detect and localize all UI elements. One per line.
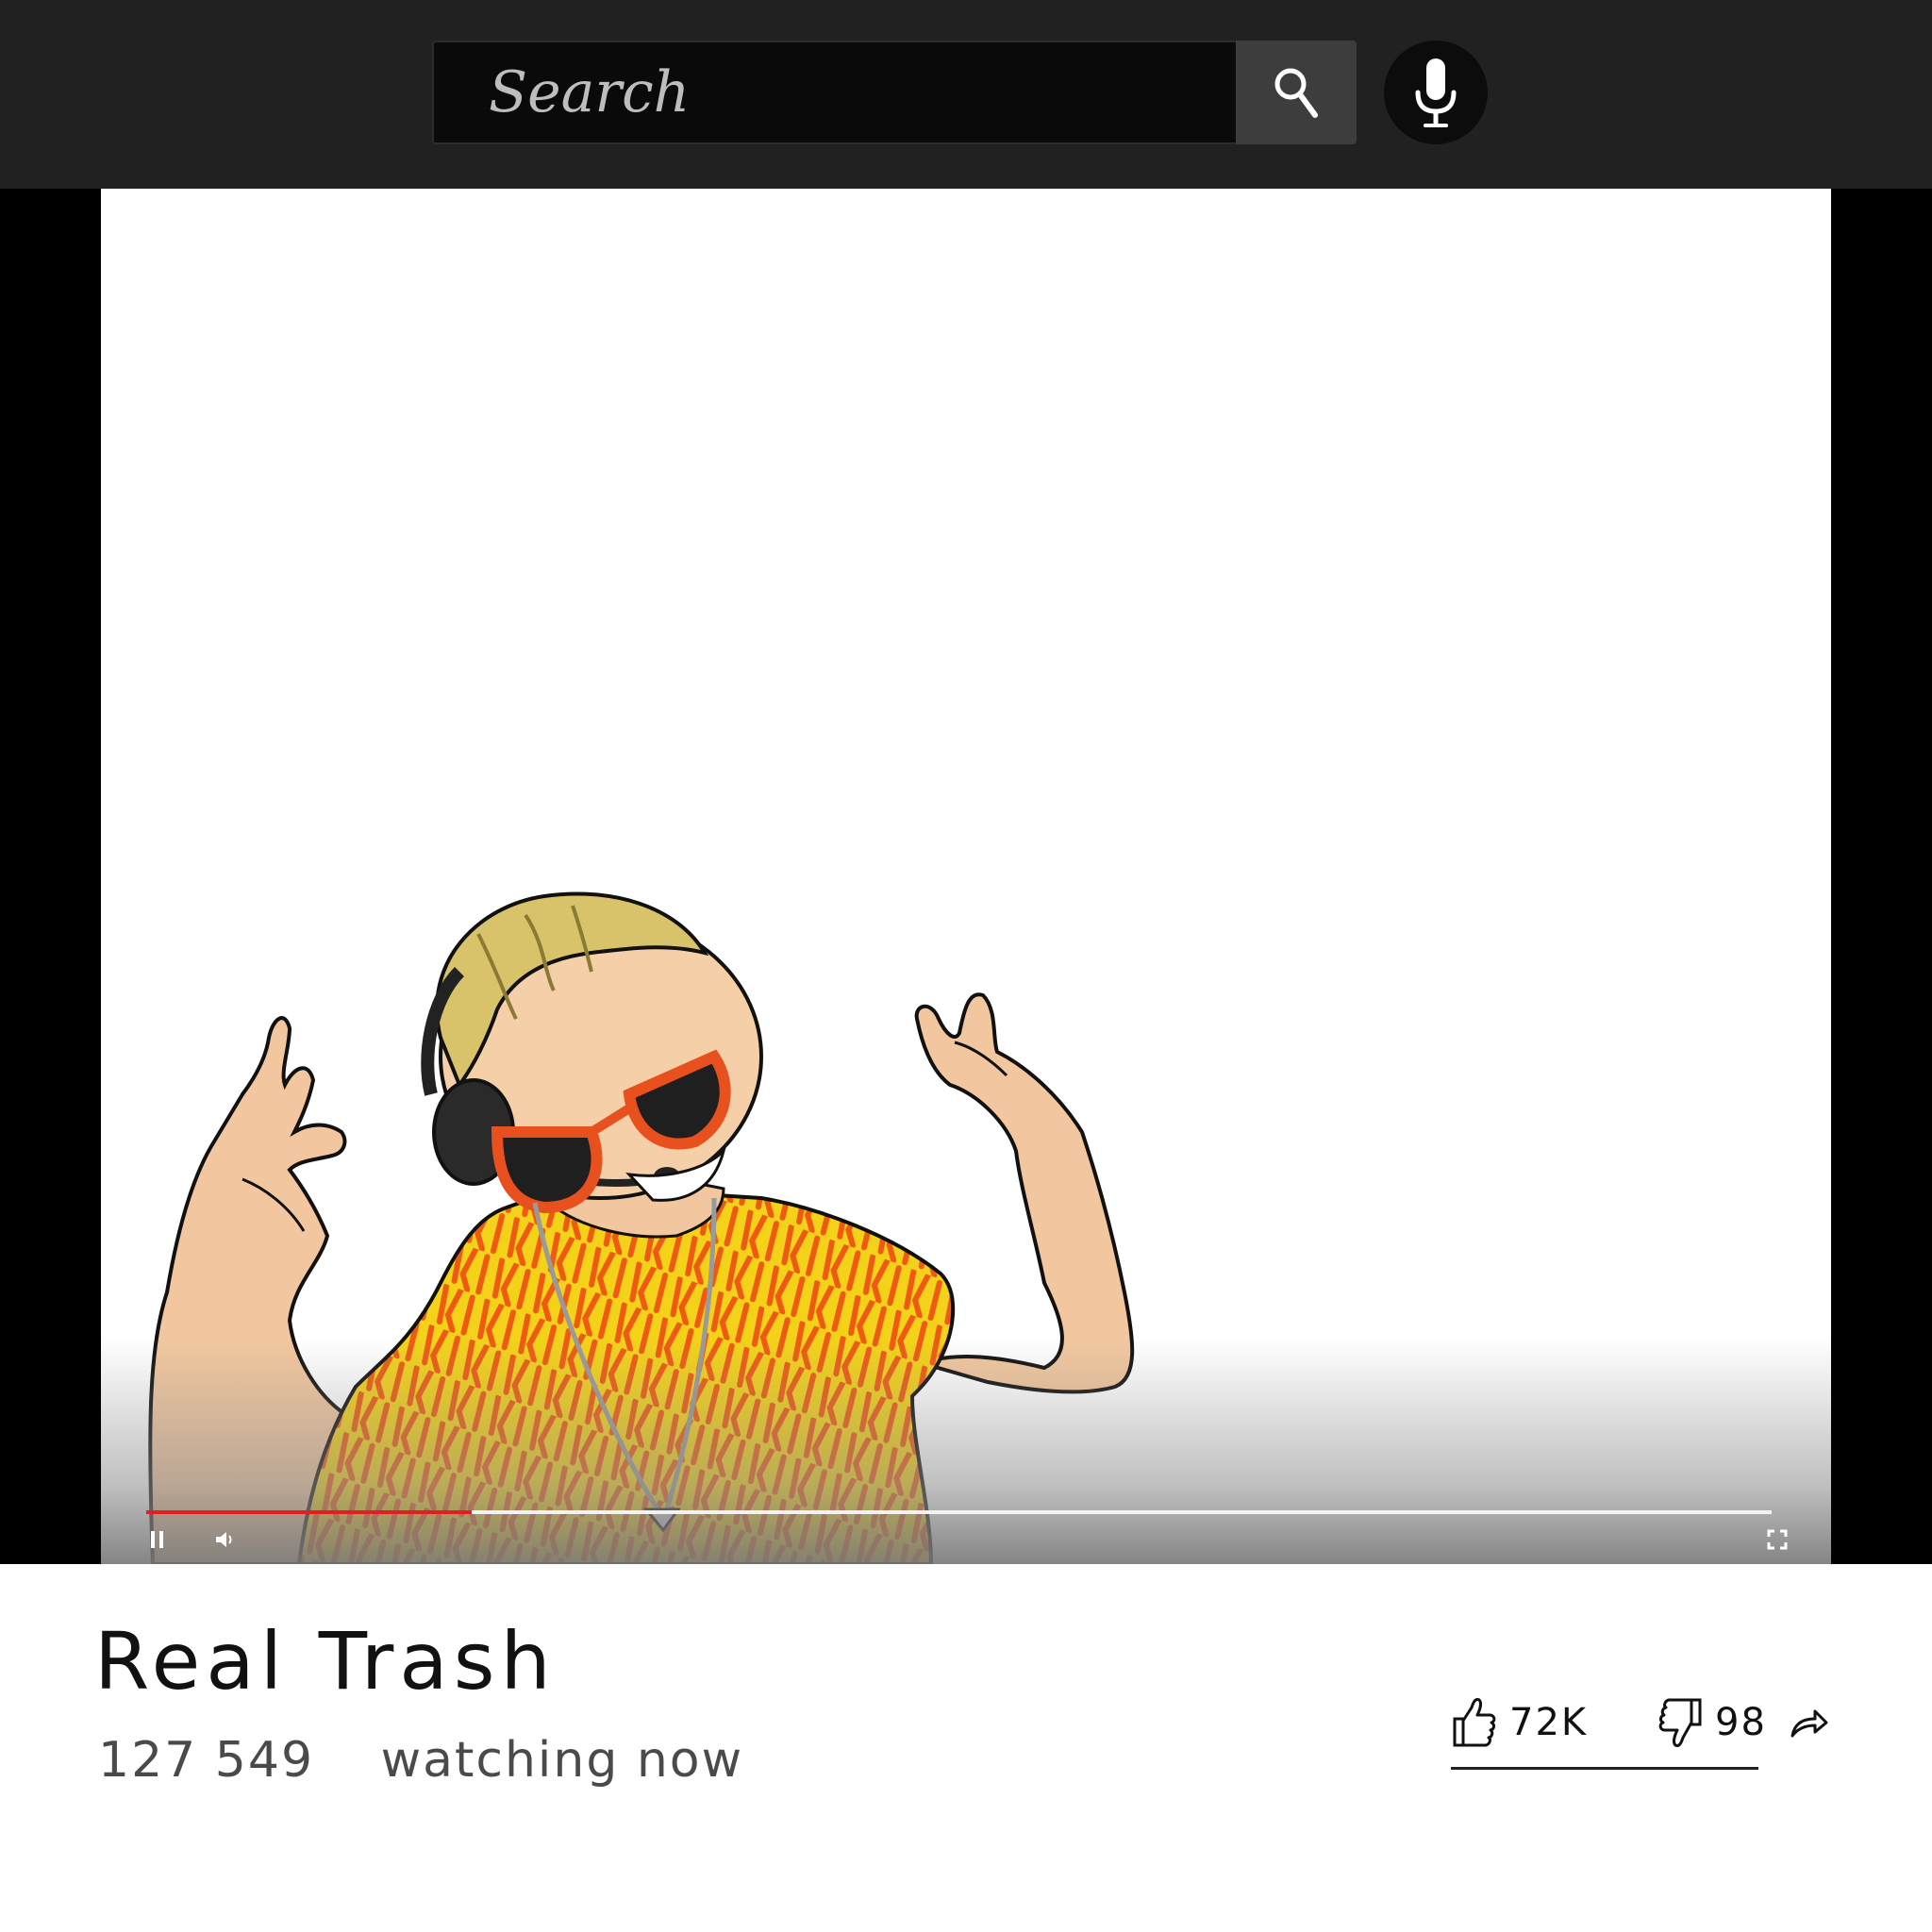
- viewer-count: 127 549: [98, 1732, 315, 1789]
- dislike-button[interactable]: 98: [1657, 1689, 1767, 1757]
- pause-button[interactable]: [142, 1524, 174, 1556]
- pause-icon: [151, 1531, 163, 1548]
- action-bar: 72K 98: [1451, 1689, 1828, 1774]
- search-box[interactable]: [432, 41, 1236, 144]
- share-icon: [1790, 1709, 1828, 1738]
- share-button[interactable]: [1789, 1689, 1830, 1757]
- like-button[interactable]: 72K: [1451, 1689, 1588, 1757]
- dislike-count: 98: [1715, 1701, 1767, 1744]
- viewer-label: watching now: [380, 1732, 744, 1789]
- video-player[interactable]: [101, 189, 1831, 1564]
- search-input[interactable]: [489, 42, 1215, 142]
- search-icon: [1274, 68, 1318, 118]
- volume-button[interactable]: [209, 1524, 242, 1556]
- progress-fill: [146, 1510, 472, 1514]
- mic-icon: [1415, 58, 1457, 127]
- mic-button[interactable]: [1384, 41, 1488, 144]
- progress-bar[interactable]: [146, 1510, 1772, 1514]
- video-illustration: [148, 891, 1135, 1564]
- fullscreen-button[interactable]: [1761, 1524, 1793, 1556]
- thumbs-down-icon: [1658, 1698, 1702, 1747]
- live-viewers: 127 549 watching now: [98, 1732, 743, 1789]
- search-button[interactable]: [1236, 41, 1357, 144]
- thumbs-up-icon: [1453, 1698, 1496, 1747]
- video-title: Real Trash: [94, 1615, 557, 1707]
- rating-bar: [1451, 1767, 1758, 1770]
- volume-icon: [216, 1532, 232, 1547]
- page: Real Trash 127 549 watching now 72K 98: [0, 0, 1932, 1932]
- fullscreen-icon: [1767, 1529, 1788, 1550]
- like-count: 72K: [1509, 1701, 1589, 1744]
